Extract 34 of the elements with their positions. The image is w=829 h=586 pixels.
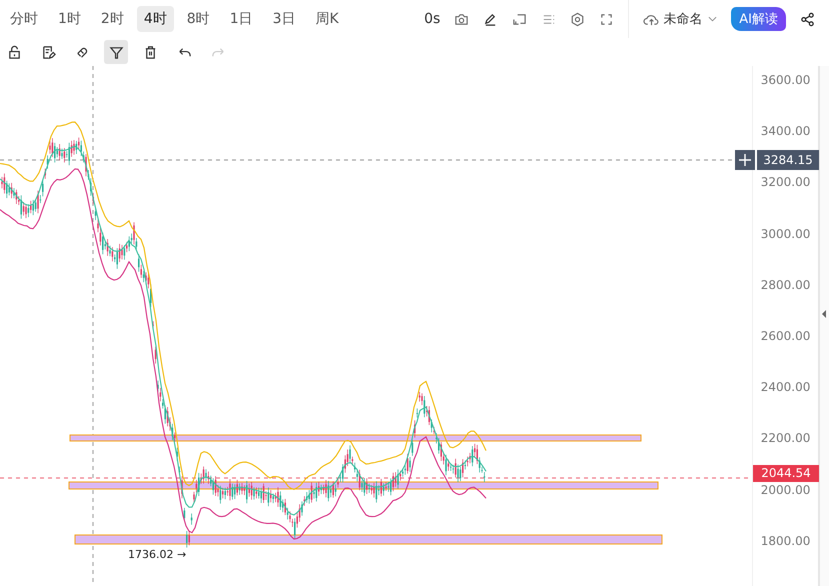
timeframe-tab[interactable]: 1日 bbox=[222, 6, 260, 32]
timeframe-tab[interactable]: 分时 bbox=[3, 6, 45, 32]
settings-icon[interactable] bbox=[570, 12, 586, 26]
timeframe-tab[interactable]: 8时 bbox=[180, 6, 217, 32]
countdown-timer: 0s bbox=[424, 11, 440, 27]
price-axis-label: 1800.00 bbox=[760, 534, 810, 548]
price-axis-label: 2400.00 bbox=[760, 380, 810, 394]
timeframe-tab[interactable]: 周K bbox=[308, 6, 346, 32]
price-axis-label: 2600.00 bbox=[760, 329, 810, 343]
price-axis-label: 3000.00 bbox=[760, 226, 810, 241]
camera-icon[interactable] bbox=[454, 12, 470, 26]
price-axis-label: 3200.00 bbox=[760, 175, 810, 190]
price-axis-label: 3600.00 bbox=[760, 73, 810, 87]
price-axis-label: 2200.00 bbox=[760, 431, 810, 446]
caret-icon bbox=[708, 16, 718, 22]
low-price-label: 1736.02 → bbox=[128, 548, 186, 561]
price-axis-label: 2800.00 bbox=[760, 278, 810, 292]
timeframe-tab[interactable]: 1时 bbox=[51, 6, 88, 32]
timeframe-tab[interactable]: 3日 bbox=[266, 6, 303, 32]
ai-button[interactable]: AI解读 bbox=[731, 7, 786, 31]
layout-dropdown[interactable]: 未命名 bbox=[643, 10, 718, 28]
fullscreen-icon[interactable] bbox=[599, 12, 614, 26]
share-icon[interactable] bbox=[800, 12, 815, 26]
price-axis-label: 2000.00 bbox=[760, 482, 810, 497]
price-axis-label: 3400.00 bbox=[760, 124, 810, 138]
collapse-arrow-icon[interactable] bbox=[821, 309, 828, 319]
add-icon[interactable] bbox=[735, 150, 755, 170]
price-tag: 3284.15 bbox=[757, 150, 819, 170]
filter-icon[interactable] bbox=[104, 40, 128, 64]
chart-window-icon[interactable] bbox=[512, 12, 528, 26]
timeframe-tab[interactable]: 4时 bbox=[136, 6, 174, 32]
price-tag: 2044.54 bbox=[753, 465, 819, 482]
timeframe-tab[interactable]: 2时 bbox=[94, 6, 131, 32]
layout-name: 未命名 bbox=[663, 11, 702, 28]
